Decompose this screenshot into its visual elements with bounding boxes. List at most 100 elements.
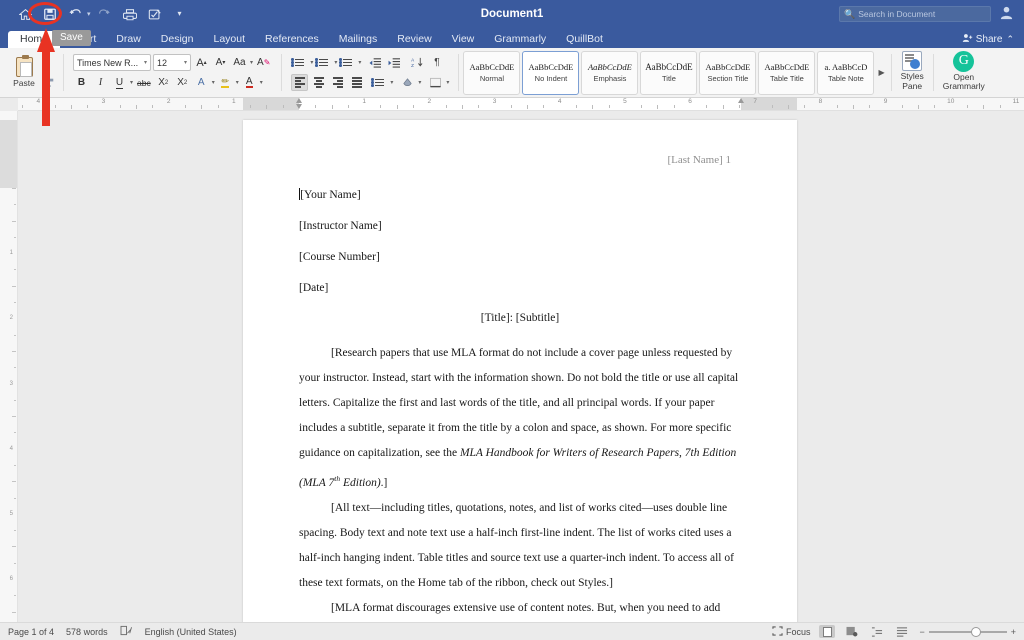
tab-review[interactable]: Review	[387, 31, 441, 48]
heading-instructor-name[interactable]: [Instructor Name]	[299, 219, 741, 233]
bullets-caret[interactable]: ▾	[310, 59, 313, 66]
font-color-caret[interactable]: ▾	[260, 79, 263, 86]
undo-icon[interactable]	[64, 4, 86, 24]
line-spacing-icon[interactable]	[371, 74, 388, 91]
style-title[interactable]: AaBbCcDdE Title	[640, 51, 697, 95]
zoom-slider[interactable]: − +	[919, 627, 1016, 637]
zoom-in-button[interactable]: +	[1011, 627, 1016, 637]
focus-button[interactable]: Focus	[772, 626, 811, 638]
chevron-up-icon[interactable]: ⌃	[1006, 34, 1014, 45]
underline-button[interactable]: U	[111, 74, 128, 91]
right-indent-marker[interactable]	[738, 98, 744, 103]
show-formatting-marks-button[interactable]: ¶	[428, 54, 445, 71]
align-left-icon[interactable]	[291, 74, 308, 91]
print-icon[interactable]	[119, 4, 141, 24]
customize-icon[interactable]: ▾	[169, 4, 191, 24]
font-color-button[interactable]: A	[241, 74, 258, 91]
font-size-combo[interactable]: 12 ▾	[153, 54, 191, 71]
tab-layout[interactable]: Layout	[203, 31, 255, 48]
document-canvas[interactable]: [Last Name] 1 [Your Name] [Instructor Na…	[18, 111, 1024, 622]
align-center-icon[interactable]	[310, 74, 327, 91]
page-count-status[interactable]: Page 1 of 4	[8, 627, 54, 637]
document-title-line[interactable]: [Title]: [Subtitle]	[299, 312, 741, 324]
first-line-indent-marker[interactable]	[296, 98, 302, 103]
heading-date[interactable]: [Date]	[299, 281, 741, 295]
hanging-indent-marker[interactable]	[296, 104, 302, 109]
highlight-caret[interactable]: ▾	[236, 79, 239, 86]
italic-button[interactable]: I	[92, 74, 109, 91]
outline-icon[interactable]	[869, 625, 885, 638]
heading-your-name[interactable]: [Your Name]	[299, 188, 741, 202]
zoom-knob[interactable]	[971, 627, 981, 637]
style-emphasis[interactable]: AaBbCcDdE Emphasis	[581, 51, 638, 95]
borders-caret[interactable]: ▾	[446, 79, 449, 86]
multilevel-caret[interactable]: ▾	[358, 59, 361, 66]
track-changes-icon[interactable]	[144, 4, 166, 24]
style-section-title[interactable]: AaBbCcDdE Section Title	[699, 51, 756, 95]
bold-button[interactable]: B	[73, 74, 90, 91]
share-button[interactable]: Share	[962, 33, 1003, 46]
tab-grammarly[interactable]: Grammarly	[484, 31, 556, 48]
search-input[interactable]: 🔍 Search in Document	[839, 6, 991, 22]
open-grammarly-button[interactable]: G Open Grammarly	[936, 48, 992, 94]
body-paragraph-1[interactable]: [Research papers that use MLA format do …	[299, 341, 741, 496]
home-icon[interactable]	[14, 4, 36, 24]
tab-design[interactable]: Design	[151, 31, 204, 48]
underline-caret[interactable]: ▾	[130, 79, 133, 86]
print-layout-icon[interactable]	[819, 625, 835, 638]
shrink-font-button[interactable]: A▾	[212, 54, 229, 71]
strikethrough-button[interactable]: abc	[135, 74, 153, 91]
zoom-track[interactable]	[929, 631, 1007, 633]
highlight-button[interactable]: ✏	[217, 74, 234, 91]
superscript-button[interactable]: X2	[174, 74, 191, 91]
subscript-button[interactable]: X2	[155, 74, 172, 91]
tab-mailings[interactable]: Mailings	[329, 31, 388, 48]
style-normal[interactable]: AaBbCcDdE Normal	[463, 51, 520, 95]
tab-quillbot[interactable]: QuillBot	[556, 31, 613, 48]
proofing-icon[interactable]	[120, 625, 133, 638]
heading-course-number[interactable]: [Course Number]	[299, 250, 741, 264]
style-no-indent[interactable]: AaBbCcDdE No Indent	[522, 51, 579, 95]
body-paragraph-2[interactable]: [All text—including titles, quotations, …	[299, 496, 741, 596]
horizontal-ruler[interactable]: 43211234567891011	[18, 98, 1024, 111]
gallery-more-icon[interactable]: ▶	[876, 68, 886, 77]
document-page[interactable]: [Last Name] 1 [Your Name] [Instructor Na…	[243, 120, 797, 622]
language-status[interactable]: English (United States)	[145, 627, 237, 637]
change-case-caret[interactable]: ▾	[250, 59, 253, 66]
justify-icon[interactable]	[348, 74, 365, 91]
ruler-left-margin[interactable]	[243, 98, 299, 110]
shading-icon[interactable]	[399, 74, 416, 91]
vruler-top-margin[interactable]	[0, 120, 17, 188]
change-case-button[interactable]: Aa	[231, 54, 248, 71]
word-count-status[interactable]: 578 words	[66, 627, 108, 637]
web-layout-icon[interactable]	[844, 625, 860, 638]
tab-view[interactable]: View	[442, 31, 485, 48]
font-name-combo[interactable]: Times New R... ▾	[73, 54, 151, 71]
paste-button[interactable]: Paste	[4, 50, 44, 96]
styles-pane-button[interactable]: Styles Pane	[894, 48, 931, 94]
draft-icon[interactable]	[894, 625, 910, 638]
grow-font-button[interactable]: A▴	[193, 54, 210, 71]
format-painter-icon[interactable]	[44, 75, 57, 90]
undo-dropdown-caret[interactable]: ▾	[87, 10, 91, 18]
align-right-icon[interactable]	[329, 74, 346, 91]
numbering-caret[interactable]: ▾	[334, 59, 337, 66]
bullet-list-icon[interactable]	[291, 54, 308, 71]
paste-dropdown-caret[interactable]: ▾	[44, 56, 57, 63]
numbered-list-icon[interactable]	[315, 54, 332, 71]
body-paragraph-3[interactable]: [MLA format discourages extensive use of…	[299, 596, 741, 622]
style-table-title[interactable]: AaBbCcDdE Table Title	[758, 51, 815, 95]
redo-icon[interactable]	[94, 4, 116, 24]
save-icon[interactable]	[39, 4, 61, 24]
text-effects-button[interactable]: A	[193, 74, 210, 91]
clear-formatting-button[interactable]: A✎	[255, 54, 272, 71]
sort-icon[interactable]: AZ	[409, 54, 426, 71]
decrease-indent-icon[interactable]	[367, 54, 384, 71]
line-spacing-caret[interactable]: ▾	[390, 79, 393, 86]
tab-draw[interactable]: Draw	[106, 31, 151, 48]
increase-indent-icon[interactable]	[386, 54, 403, 71]
tab-references[interactable]: References	[255, 31, 329, 48]
shading-caret[interactable]: ▾	[418, 79, 421, 86]
borders-icon[interactable]	[427, 74, 444, 91]
style-table-note[interactable]: a. AaBbCcD Table Note	[817, 51, 874, 95]
